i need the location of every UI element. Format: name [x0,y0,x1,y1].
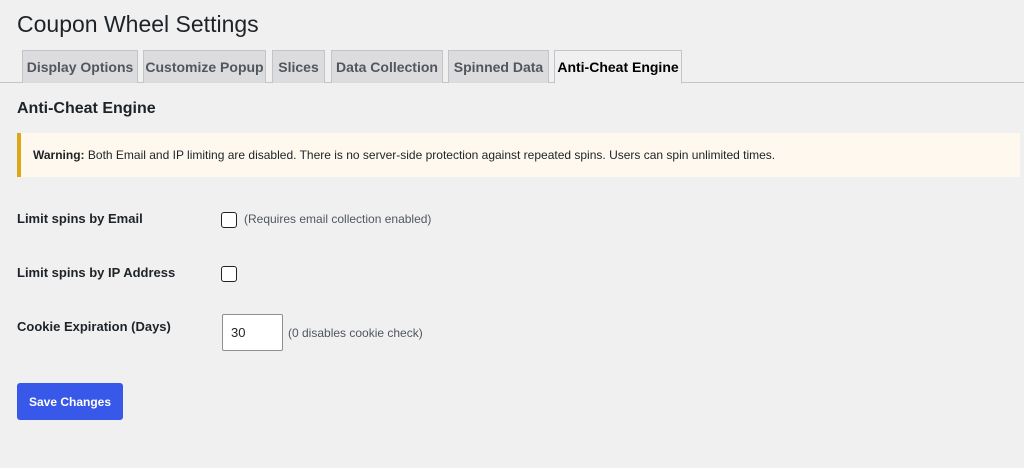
cookie-expiration-hint: (0 disables cookie check) [288,326,423,340]
email-limit-hint: (Requires email collection enabled) [244,212,432,226]
ip-limit-label: Limit spins by IP Address [17,265,176,280]
section-title: Anti-Cheat Engine [17,100,156,117]
tab-spinned-data[interactable]: Spinned Data [448,50,549,83]
tab-display-options[interactable]: Display Options [22,50,138,83]
tab-bar: Display Options Customize Popup Slices D… [0,50,1024,84]
tab-anti-cheat-engine[interactable]: Anti-Cheat Engine [554,50,682,84]
settings-page: Coupon Wheel Settings Display Options Cu… [0,0,1024,468]
page-title: Coupon Wheel Settings [17,11,259,37]
warning-notice: Warning: Both Email and IP limiting are … [17,133,1020,177]
tab-data-collection[interactable]: Data Collection [331,50,443,83]
tab-customize-popup[interactable]: Customize Popup [143,50,266,83]
email-limit-label: Limit spins by Email [17,211,143,226]
ip-limit-checkbox[interactable] [221,266,237,282]
cookie-expiration-input[interactable] [222,314,283,351]
save-changes-button[interactable]: Save Changes [17,383,123,420]
tab-slices[interactable]: Slices [272,50,325,83]
warning-message: Both Email and IP limiting are disabled.… [87,148,776,162]
email-limit-checkbox[interactable] [221,212,237,228]
warning-prefix: Warning: [33,148,85,162]
cookie-expiration-label: Cookie Expiration (Days) [17,319,171,334]
